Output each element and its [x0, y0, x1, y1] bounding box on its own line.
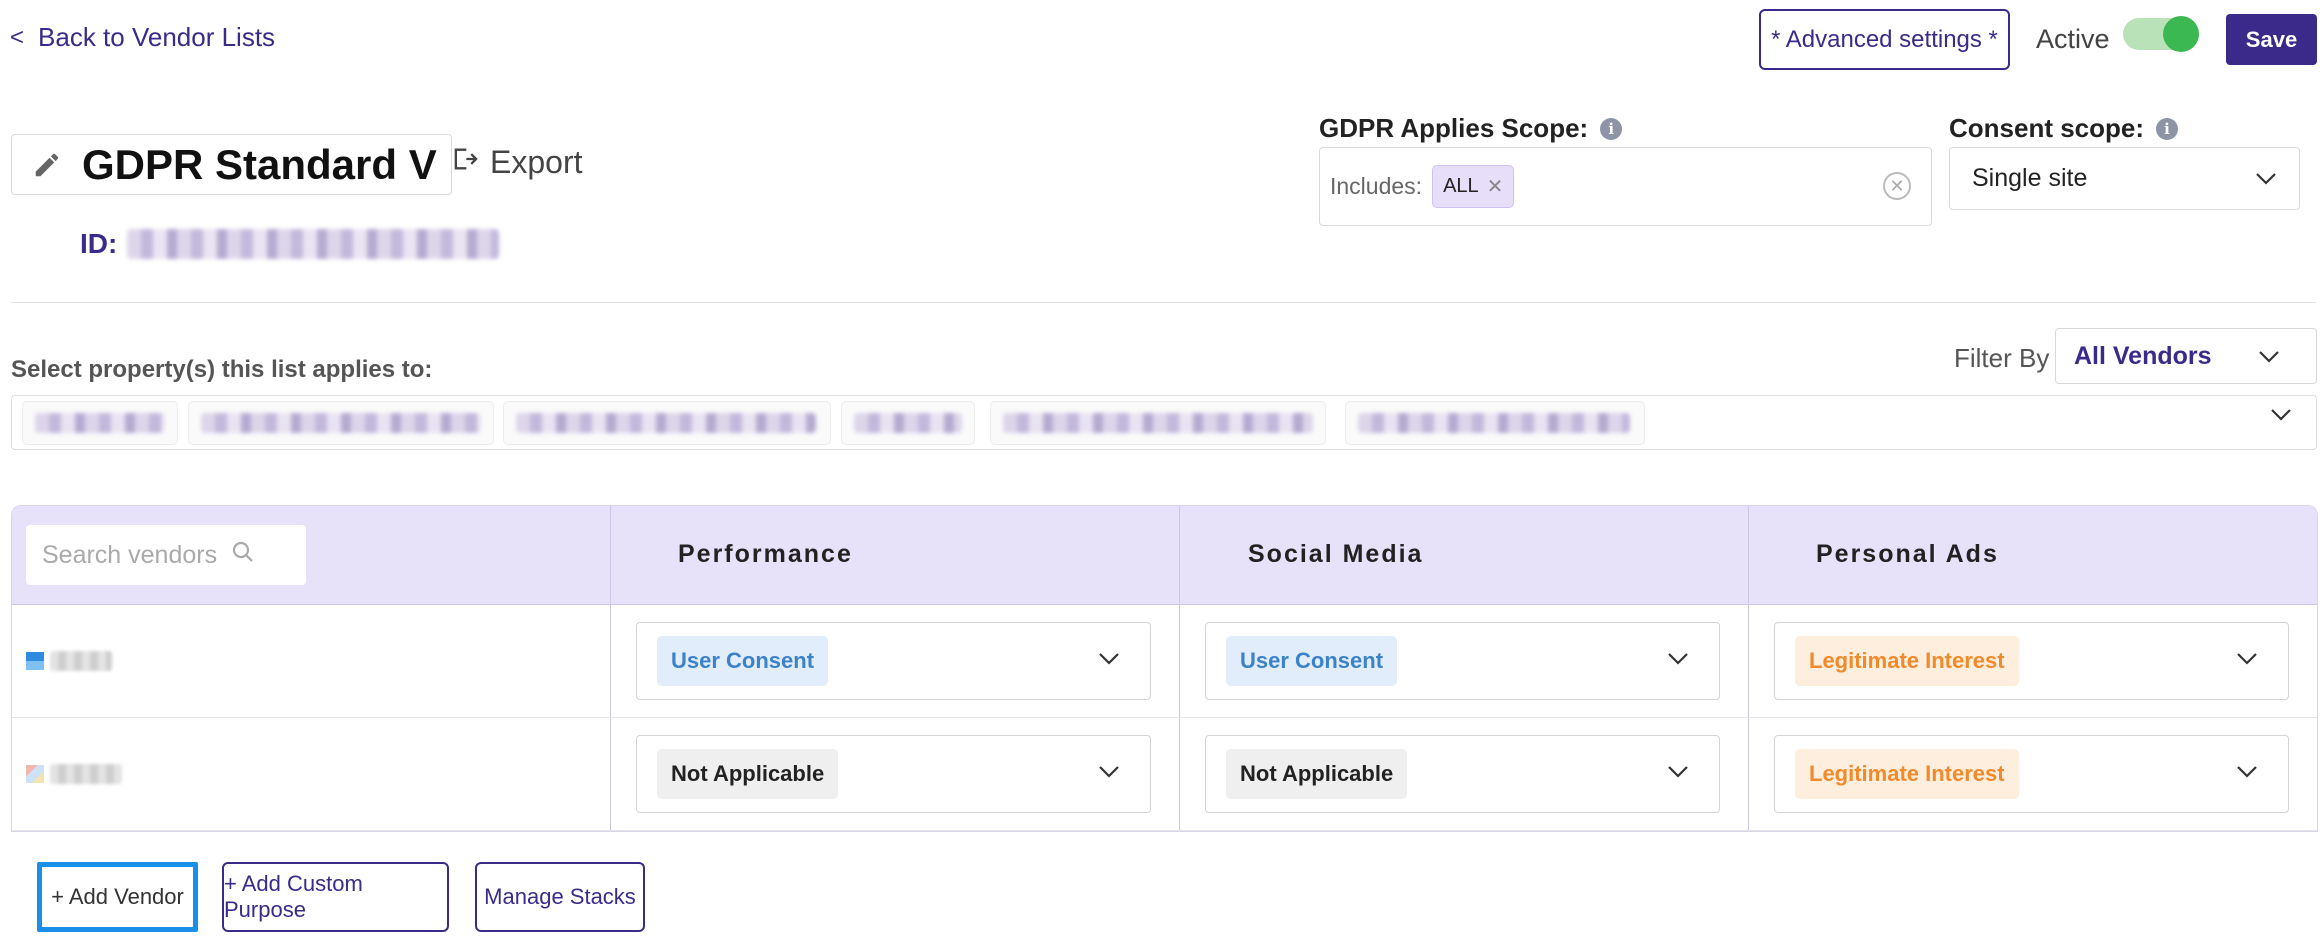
export-icon [450, 144, 478, 181]
save-button[interactable]: Save [2226, 14, 2317, 65]
vendor-table: Search vendors Performance Social Media … [11, 505, 2318, 832]
purpose-badge: Legitimate Interest [1795, 636, 2019, 686]
social-media-select[interactable]: User Consent [1205, 622, 1720, 700]
property-chip [1345, 401, 1645, 445]
chevron-left-icon: < [10, 23, 25, 51]
property-chip [841, 401, 975, 445]
social-media-select[interactable]: Not Applicable [1205, 735, 1720, 813]
personal-ads-select[interactable]: Legitimate Interest [1774, 735, 2289, 813]
search-placeholder: Search vendors [42, 540, 218, 569]
purpose-badge: Not Applicable [1226, 749, 1408, 799]
column-header-personal-ads: Personal Ads [1816, 540, 1999, 568]
scope-chip-all: ALL ✕ [1432, 165, 1515, 208]
includes-label: Includes: [1330, 173, 1423, 199]
column-header-social-media: Social Media [1248, 540, 1424, 568]
id-label: ID: [80, 228, 118, 259]
personal-ads-select[interactable]: Legitimate Interest [1774, 622, 2289, 700]
pencil-icon [12, 150, 82, 180]
properties-label: Select property(s) this list applies to: [11, 356, 433, 383]
consent-scope-select[interactable]: Single site [1949, 147, 2300, 210]
export-label: Export [490, 144, 583, 180]
active-toggle[interactable] [2123, 16, 2199, 52]
info-icon[interactable]: i [1600, 117, 1623, 140]
performance-select[interactable]: User Consent [636, 622, 1151, 700]
add-custom-purpose-button[interactable]: + Add Custom Purpose [222, 862, 449, 932]
purpose-badge: User Consent [657, 636, 829, 686]
purpose-badge: User Consent [1226, 636, 1398, 686]
chevron-down-icon [1098, 652, 1120, 671]
clear-icon[interactable]: ✕ [1883, 172, 1911, 200]
property-chip [188, 401, 494, 445]
manage-stacks-button[interactable]: Manage Stacks [475, 862, 645, 932]
chevron-down-icon [1667, 765, 1689, 784]
purpose-badge: Not Applicable [657, 749, 839, 799]
chevron-down-icon [2270, 408, 2292, 427]
table-row: User Consent User Consent Legitimate Int… [12, 605, 2317, 718]
list-name-field[interactable]: GDPR Standard V [11, 134, 452, 195]
table-row: Not Applicable Not Applicable Legitimate… [12, 718, 2317, 831]
active-label: Active [2036, 24, 2110, 54]
chevron-down-icon [1667, 652, 1689, 671]
gdpr-scope-label-text: GDPR Applies Scope: [1319, 113, 1589, 143]
property-chip [22, 401, 178, 445]
redacted-vendor-name [50, 764, 122, 784]
vendor-logo [26, 765, 44, 783]
property-chip [503, 401, 831, 445]
section-divider [11, 302, 2316, 303]
add-vendor-button[interactable]: + Add Vendor [37, 862, 198, 932]
chevron-down-icon [2258, 342, 2280, 371]
toggle-knob [2163, 16, 2199, 52]
redacted-id [127, 229, 500, 259]
table-header: Search vendors Performance Social Media … [12, 506, 2317, 605]
vendor-logo [26, 652, 44, 670]
consent-scope-label-text: Consent scope: [1949, 113, 2145, 143]
redacted-vendor-name [50, 651, 112, 671]
remove-chip-icon[interactable]: ✕ [1487, 174, 1504, 199]
vendor-name-cell [26, 764, 122, 784]
property-chip [990, 401, 1326, 445]
back-link-label: Back to Vendor Lists [38, 22, 276, 52]
advanced-settings-button[interactable]: * Advanced settings * [1759, 9, 2010, 70]
search-icon [231, 540, 255, 571]
filter-value: All Vendors [2074, 341, 2212, 370]
filter-by-select[interactable]: All Vendors [2055, 328, 2317, 384]
chevron-down-icon [2236, 652, 2258, 671]
list-id: ID: [80, 228, 500, 260]
export-button[interactable]: Export [450, 144, 582, 181]
info-icon[interactable]: i [2156, 117, 2179, 140]
list-title: GDPR Standard V [82, 140, 437, 188]
search-vendors-input[interactable]: Search vendors [26, 525, 306, 585]
chevron-down-icon [2236, 765, 2258, 784]
back-to-vendor-lists-link[interactable]: < Back to Vendor Lists [10, 22, 275, 53]
consent-scope-value: Single site [1972, 164, 2088, 192]
scope-chip-label: ALL [1443, 175, 1479, 197]
gdpr-scope-select[interactable]: Includes: ALL ✕ ✕ [1319, 147, 1932, 226]
column-header-performance: Performance [678, 540, 853, 568]
vendor-name-cell [26, 651, 112, 671]
properties-select[interactable] [11, 395, 2317, 450]
purpose-badge: Legitimate Interest [1795, 749, 2019, 799]
chevron-down-icon [2255, 164, 2277, 193]
consent-scope-label: Consent scope: i [1949, 113, 2179, 144]
filter-by-label: Filter By [1954, 343, 2050, 373]
chevron-down-icon [1098, 765, 1120, 784]
performance-select[interactable]: Not Applicable [636, 735, 1151, 813]
gdpr-scope-label: GDPR Applies Scope: i [1319, 113, 1623, 144]
